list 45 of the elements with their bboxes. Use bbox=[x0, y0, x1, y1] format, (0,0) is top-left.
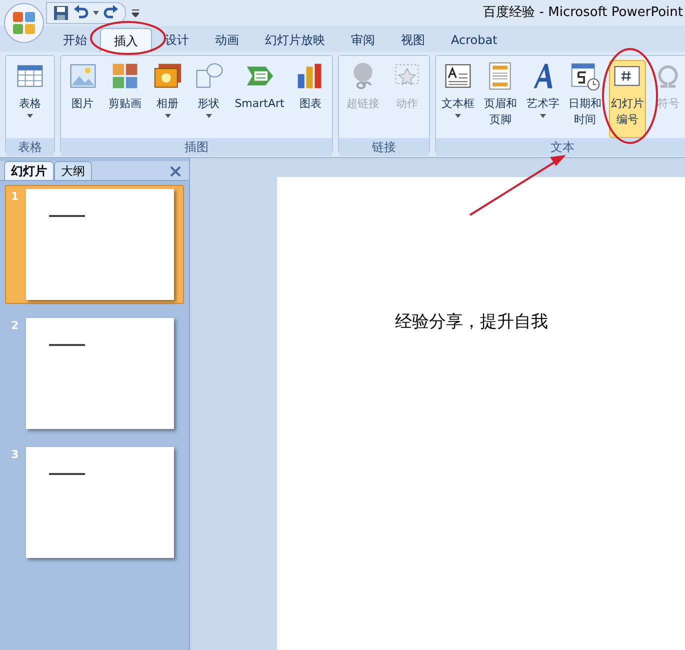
slide-number: 2 bbox=[10, 318, 20, 334]
ribbon-tab[interactable]: 设计 bbox=[152, 28, 202, 52]
group-label: 链接 bbox=[372, 139, 396, 156]
ribbon-button[interactable]: 图片 bbox=[66, 60, 100, 138]
ribbon-button[interactable]: 幻灯片 编号 bbox=[608, 60, 646, 138]
ribbon-button[interactable]: 表格 bbox=[13, 60, 47, 138]
caret-icon bbox=[455, 114, 462, 118]
window-title: 百度经验 - Microsoft PowerPoint bbox=[483, 4, 684, 22]
save-icon[interactable] bbox=[53, 5, 69, 21]
ribbon-button[interactable]: 日期和 时间 bbox=[566, 60, 604, 138]
slide-number: 1 bbox=[10, 189, 20, 205]
ribbon-tab[interactable]: 幻灯片放映 bbox=[252, 28, 338, 52]
ribbon-button[interactable]: 相册 bbox=[150, 60, 185, 138]
group-label: 表格 bbox=[18, 139, 42, 156]
group-label: 插图 bbox=[184, 139, 208, 156]
ribbon-tab[interactable]: 审阅 bbox=[338, 28, 388, 52]
slide-number: 3 bbox=[10, 447, 20, 463]
slide-text[interactable]: 经验分享，提升自我 bbox=[395, 312, 548, 332]
ribbon-button[interactable]: 文本框 bbox=[440, 60, 477, 138]
caret-icon bbox=[206, 114, 212, 118]
ribbon-tab[interactable]: Acrobat bbox=[438, 28, 510, 52]
redo-icon[interactable] bbox=[103, 5, 119, 21]
customize-toolbar-icon[interactable] bbox=[132, 9, 139, 17]
caret-icon bbox=[540, 114, 546, 118]
ribbon-tab[interactable]: 视图 bbox=[388, 28, 438, 52]
ribbon-tab[interactable]: 动画 bbox=[202, 28, 252, 52]
ribbon-button[interactable]: 图表 bbox=[293, 60, 328, 138]
panel-tab[interactable]: 幻灯片 bbox=[4, 161, 54, 180]
ribbon-tab[interactable]: 插入 bbox=[100, 28, 152, 52]
group-label: 文本 bbox=[550, 139, 574, 156]
ribbon-button[interactable]: 形状 bbox=[192, 60, 226, 138]
caret-icon bbox=[164, 114, 171, 118]
close-icon[interactable] bbox=[170, 166, 181, 177]
ribbon-tab[interactable]: 开始 bbox=[50, 28, 100, 52]
ribbon-button[interactable]: SmartArt bbox=[232, 60, 286, 138]
office-logo-icon bbox=[11, 10, 37, 36]
ribbon-button[interactable]: 页眉和 页脚 bbox=[482, 60, 519, 138]
ribbon-button[interactable]: 剪贴画 bbox=[106, 60, 144, 138]
ribbon-button[interactable]: 艺术字 bbox=[524, 60, 562, 138]
office-button[interactable] bbox=[4, 3, 44, 43]
datetime-icon bbox=[570, 61, 600, 91]
caret-icon[interactable] bbox=[93, 11, 99, 15]
panel-tab[interactable]: 大纲 bbox=[54, 161, 92, 180]
caret-icon bbox=[27, 114, 33, 118]
undo-icon[interactable] bbox=[73, 5, 89, 21]
